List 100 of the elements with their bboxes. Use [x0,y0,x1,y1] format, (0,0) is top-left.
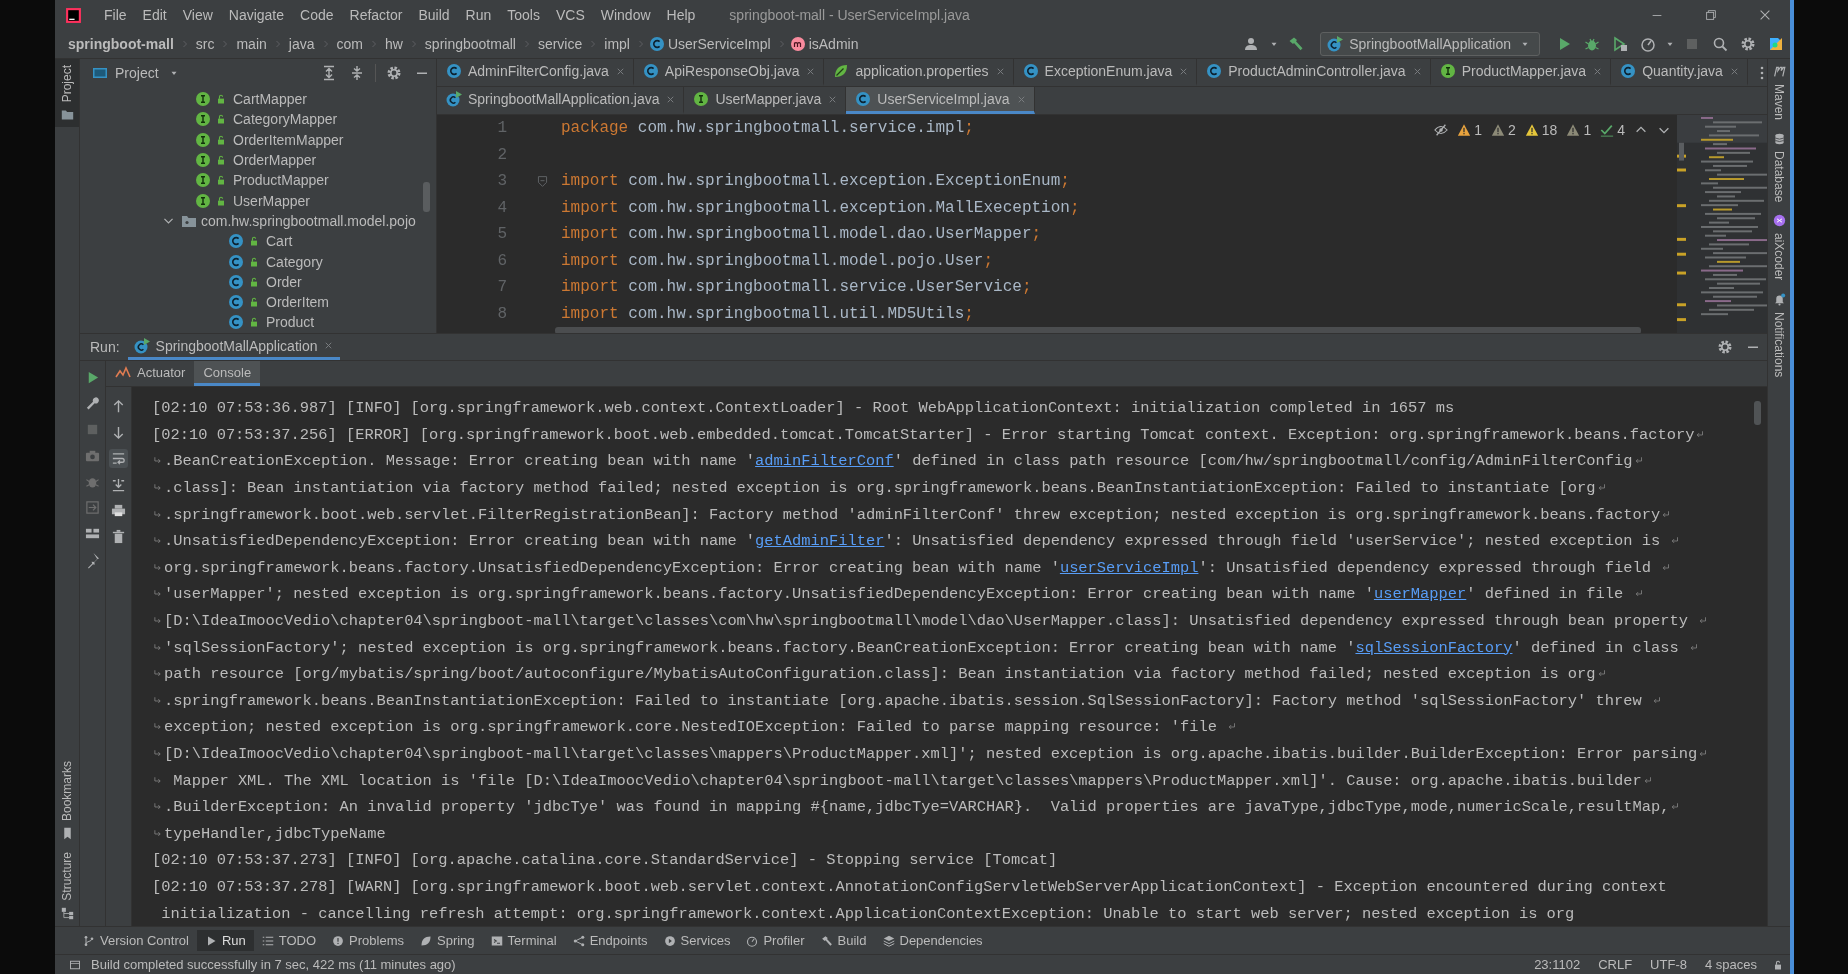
menu-item[interactable]: Build [410,7,458,23]
link[interactable]: userMapper [1373,585,1467,604]
editor-tab[interactable]: ProductAdminController.java [1197,59,1431,86]
tool-window-button[interactable]: Run [196,930,254,951]
menu-item[interactable]: Navigate [220,7,293,23]
console-tab[interactable]: Console [194,361,261,386]
tool-window-button[interactable]: Version Control [75,930,197,951]
breadcrumb[interactable]: UserServiceImpl [667,36,771,52]
tool-window-button[interactable]: Terminal [482,930,565,951]
event-log-icon[interactable] [69,958,81,971]
tool-window-button[interactable]: Build [812,930,875,951]
editor-tab[interactable]: ProductMapper.java [1430,59,1612,86]
menu-item[interactable]: Run [457,7,500,23]
editor-tab[interactable]: Quantity.java [1611,59,1748,86]
link[interactable]: sqlSessionFactory [1355,638,1513,657]
tree-item[interactable]: Category [266,253,323,270]
editor-tab[interactable]: ApiResponseObj.java [633,59,825,86]
menu-item[interactable]: Tools [499,7,548,23]
tree-item[interactable]: Product [266,314,315,331]
scrollbar[interactable] [423,182,430,212]
breadcrumb[interactable]: springbootmall [424,36,516,52]
status-item[interactable]: 23:1102 [1534,957,1581,972]
inspection-count[interactable]: 1 [1457,122,1483,138]
console-tab[interactable]: Actuator [106,361,195,386]
inspection-count[interactable]: 2 [1491,122,1516,138]
status-item[interactable]: UTF-8 [1650,957,1687,972]
hammer-icon[interactable] [1288,36,1305,52]
lock-icon[interactable] [1772,958,1784,971]
tree-item[interactable]: ProductMapper [233,172,329,189]
menu-item[interactable]: Code [292,7,342,23]
collapse-all-icon[interactable] [349,65,365,81]
link[interactable]: userServiceImpl [1059,558,1199,577]
tree-item[interactable]: Cart [266,233,293,250]
tool-window-button[interactable]: Database [1768,126,1790,209]
editor-tab[interactable]: UserServiceImpl.java [846,87,1035,114]
minimap-drawing[interactable] [1677,115,1767,333]
tree-item[interactable]: CartMapper [233,91,307,108]
editor-tab[interactable]: ExceptionEnum.java [1013,59,1198,86]
tool-window-button[interactable]: Project [55,59,79,128]
tree-item[interactable]: OrderMapper [233,152,317,169]
tool-window-button[interactable]: Bookmarks [55,755,79,847]
tool-window-button[interactable]: Profiler [738,930,813,951]
menu-item[interactable]: Edit [134,7,175,23]
settings-icon[interactable] [1740,36,1756,52]
breadcrumb[interactable]: isAdmin [808,36,859,52]
menu-item[interactable]: File [96,7,135,23]
soft-wrap-icon[interactable] [109,449,128,468]
menu-item[interactable]: Help [658,7,704,23]
tool-window-button[interactable]: Endpoints [564,930,656,951]
breadcrumb[interactable]: com [336,36,363,52]
menu-item[interactable]: View [174,7,221,23]
eye-slash-icon[interactable] [1434,123,1449,137]
close-button[interactable] [1758,8,1772,22]
editor-tab[interactable]: application.properties [824,59,1014,86]
tree-item[interactable]: com.hw.springbootmall.model.pojo [201,212,416,229]
tree-item[interactable]: UserMapper [233,192,311,209]
menu-item[interactable]: Refactor [341,7,411,23]
menu-item[interactable]: VCS [547,7,593,23]
tool-window-button[interactable]: Services [655,930,739,951]
link[interactable]: adminFilterConf [755,452,894,471]
fold-icon[interactable] [535,174,549,188]
restore-button[interactable] [1704,8,1718,22]
breadcrumb[interactable]: hw [384,36,403,52]
breadcrumb[interactable]: service [537,36,583,52]
inspection-count[interactable]: 18 [1524,122,1558,138]
scrollbar[interactable] [1754,401,1761,425]
tool-window-button[interactable]: Dependencies [874,930,991,951]
editor-tab[interactable]: AdminFilterConfig.java [437,59,634,86]
tool-window-button[interactable]: Maven [1768,59,1790,127]
plugin-icon[interactable] [1768,36,1784,52]
tool-window-button[interactable]: TODO [253,930,325,951]
inspection-count[interactable]: 4 [1600,122,1625,138]
breadcrumb[interactable]: impl [604,36,630,52]
tool-window-button[interactable]: Notifications [1768,286,1790,384]
settings-icon[interactable] [1717,339,1733,355]
gauge-icon[interactable] [1640,36,1656,52]
status-item[interactable]: CRLF [1598,957,1633,972]
scrollbar[interactable] [555,327,1641,333]
tree-item[interactable]: OrderItem [266,294,329,311]
inspection-count[interactable]: 1 [1566,122,1592,138]
view-selector[interactable]: Project [88,63,186,83]
run-configuration-dropdown[interactable]: SpringbootMallApplication [1320,32,1540,56]
tool-window-button[interactable]: aiXcoder [1768,208,1790,287]
breadcrumb[interactable]: src [195,36,215,52]
breadcrumb[interactable]: main [236,36,267,52]
coverage-icon[interactable] [1612,36,1628,52]
search-icon[interactable] [1712,36,1728,52]
debug-icon[interactable] [1584,36,1600,52]
expand-all-icon[interactable] [321,65,337,81]
tree-item[interactable]: OrderItemMapper [233,131,344,148]
settings-icon[interactable] [386,65,402,81]
tree-item[interactable]: CategoryMapper [233,111,338,128]
breadcrumb[interactable]: springboot-mall [68,36,174,52]
menu-item[interactable]: Window [592,7,659,23]
breadcrumb[interactable]: java [288,36,315,52]
tree-item[interactable]: Order [266,273,302,290]
status-item[interactable]: 4 spaces [1704,957,1757,972]
tool-window-button[interactable]: Problems [324,930,412,951]
tool-window-button[interactable]: Spring [412,930,483,951]
editor-tab[interactable]: SpringbootMallApplication.java [437,87,685,114]
